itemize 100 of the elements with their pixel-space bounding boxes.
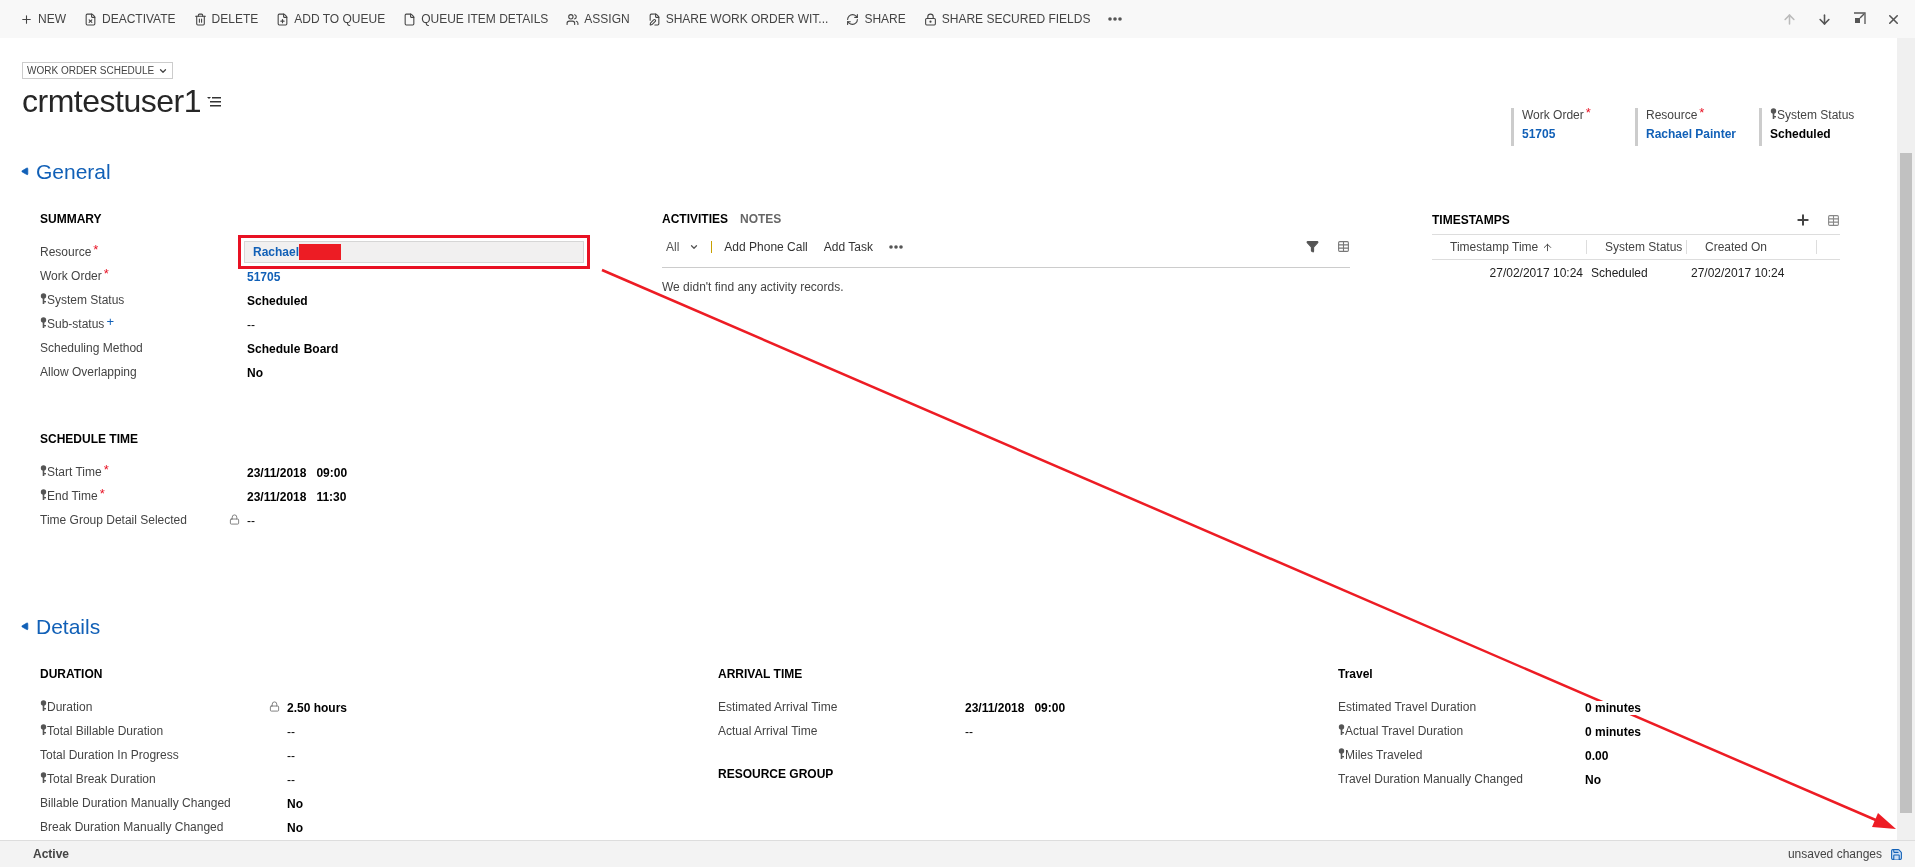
document-edit-icon	[647, 12, 661, 26]
lookup-field[interactable]: Rachael	[244, 241, 584, 263]
field-label: System Status	[47, 293, 125, 307]
field-value: 23/11/2018 11:30	[247, 490, 347, 504]
filter-icon[interactable]	[1306, 240, 1319, 253]
table-cell-text: Scheduled	[1590, 266, 1649, 280]
field-value: No	[1585, 773, 1601, 787]
lookup-value[interactable]: Rachael	[253, 245, 300, 259]
field-label: End Time	[47, 489, 98, 503]
section-heading: RESOURCE GROUP	[718, 767, 835, 781]
field-label: Actual Travel Duration	[1345, 724, 1464, 738]
field-value: 0.00	[1585, 749, 1609, 763]
field-value[interactable]: 51705	[247, 270, 281, 284]
save-status: unsaved changes	[1787, 847, 1882, 861]
action-link[interactable]: Add Task	[815, 239, 881, 254]
field-label: Actual Arrival Time	[718, 724, 818, 738]
field-label: Work Order	[40, 269, 102, 283]
section-heading: ARRIVAL TIME	[718, 667, 804, 681]
field-value: 0 minutes	[1585, 725, 1641, 739]
nav-button[interactable]	[1817, 11, 1832, 27]
field-label: Estimated Travel Duration	[1338, 700, 1477, 714]
required-mark: *	[103, 465, 109, 475]
field-label: Duration	[47, 700, 93, 714]
field-label: Travel Duration Manually Changed	[1338, 772, 1523, 786]
field-label: Total Duration In Progress	[40, 748, 179, 762]
required-mark: *	[99, 489, 105, 499]
required-mark: +	[106, 317, 114, 327]
filter-dropdown[interactable]: All	[662, 239, 708, 254]
field-value: Scheduled	[247, 294, 308, 308]
field-label: Total Break Duration	[47, 772, 156, 786]
section-heading: Travel	[1338, 667, 1374, 681]
field-label: Time Group Detail Selected	[40, 513, 187, 527]
column-header[interactable]: Created On	[1687, 240, 1817, 254]
field-value: 23/11/2018 09:00	[247, 466, 348, 480]
tab[interactable]: NOTES	[740, 212, 782, 226]
action-link[interactable]: Add Phone Call	[716, 239, 816, 254]
empty-message: We didn't find any activity records.	[662, 280, 845, 294]
field-value: Scheduled	[1770, 127, 1832, 141]
field-label: Start Time	[47, 465, 102, 479]
more-icon	[888, 244, 903, 249]
field-value: 23/11/2018 09:00	[965, 701, 1066, 715]
toolbar-button[interactable]: ASSIGN	[566, 4, 640, 34]
nav-button[interactable]	[1852, 11, 1866, 27]
toolbar-button[interactable]: ADD TO QUEUE	[276, 4, 396, 34]
more-icon	[1108, 17, 1123, 21]
field-label: Sub-status	[47, 317, 105, 331]
field-value: 2.50 hours	[287, 701, 348, 715]
required-mark: *	[1585, 108, 1591, 118]
section-heading: TIMESTAMPS	[1432, 213, 1510, 227]
section-heading: SCHEDULE TIME	[40, 432, 139, 446]
document-plus-icon	[276, 12, 290, 26]
toolbar-button[interactable]: SHARE SECURED FIELDS	[923, 4, 1101, 34]
record-title: crmtestuser1	[22, 83, 201, 120]
save-icon[interactable]	[1890, 847, 1903, 861]
toolbar-button[interactable]: NEW	[20, 4, 76, 34]
field-value: No	[287, 821, 303, 835]
table-cell-text: 27/02/2017 10:24	[1690, 266, 1786, 280]
column-header[interactable]: System Status	[1587, 240, 1687, 254]
toolbar-button[interactable]: DEACTIVATE	[84, 4, 186, 34]
toolbar-button[interactable]: QUEUE ITEM DETAILS	[403, 4, 559, 34]
field-label: Allow Overlapping	[40, 365, 137, 379]
scrollbar[interactable]	[1897, 38, 1915, 840]
record-status: Active	[33, 847, 70, 861]
table-cell-text: 27/02/2017 10:24	[1488, 266, 1584, 280]
required-mark: *	[103, 269, 109, 279]
plus-icon	[20, 12, 33, 26]
field-label: System Status	[1777, 108, 1855, 122]
field-label: Break Duration Manually Changed	[40, 820, 224, 834]
form-selector[interactable]: WORK ORDER SCHEDULE	[22, 62, 174, 79]
menu-icon[interactable]	[206, 95, 221, 108]
field-label: Resource	[40, 245, 92, 259]
field-value[interactable]: 51705	[1522, 127, 1625, 141]
field-label: Resource	[1646, 108, 1698, 122]
required-mark: *	[93, 245, 99, 255]
document-icon	[403, 12, 417, 26]
section-toggle[interactable]: General	[0, 160, 111, 184]
tab[interactable]: ACTIVITIES	[662, 212, 728, 226]
field-value: Schedule Board	[247, 342, 339, 356]
sort-arrow-icon	[1542, 241, 1554, 253]
add-icon[interactable]	[1795, 212, 1811, 228]
field-label: Total Billable Duration	[47, 724, 164, 738]
field-value: No	[287, 797, 303, 811]
section-toggle[interactable]: Details	[0, 615, 101, 639]
required-mark: *	[1699, 108, 1705, 118]
field-value[interactable]: Rachael Painter	[1646, 127, 1749, 141]
field-label: Estimated Arrival Time	[718, 700, 838, 714]
document-icon	[84, 12, 97, 26]
grid-view-icon[interactable]	[1827, 213, 1840, 227]
field-label: Miles Traveled	[1345, 748, 1423, 762]
grid-view-icon[interactable]	[1337, 240, 1350, 253]
field-value: No	[247, 366, 263, 380]
section-heading: SUMMARY	[40, 212, 103, 226]
column-header[interactable]: Timestamp Time	[1432, 240, 1587, 254]
refresh-icon	[846, 12, 860, 26]
field-label: Scheduling Method	[40, 341, 143, 355]
toolbar-button[interactable]: DELETE	[193, 4, 269, 34]
field-value: 0 minutes	[1585, 701, 1641, 715]
toolbar-button[interactable]: SHARE	[846, 4, 916, 34]
toolbar-button[interactable]: SHARE WORK ORDER WIT...	[647, 4, 839, 34]
lock-icon	[923, 12, 937, 26]
